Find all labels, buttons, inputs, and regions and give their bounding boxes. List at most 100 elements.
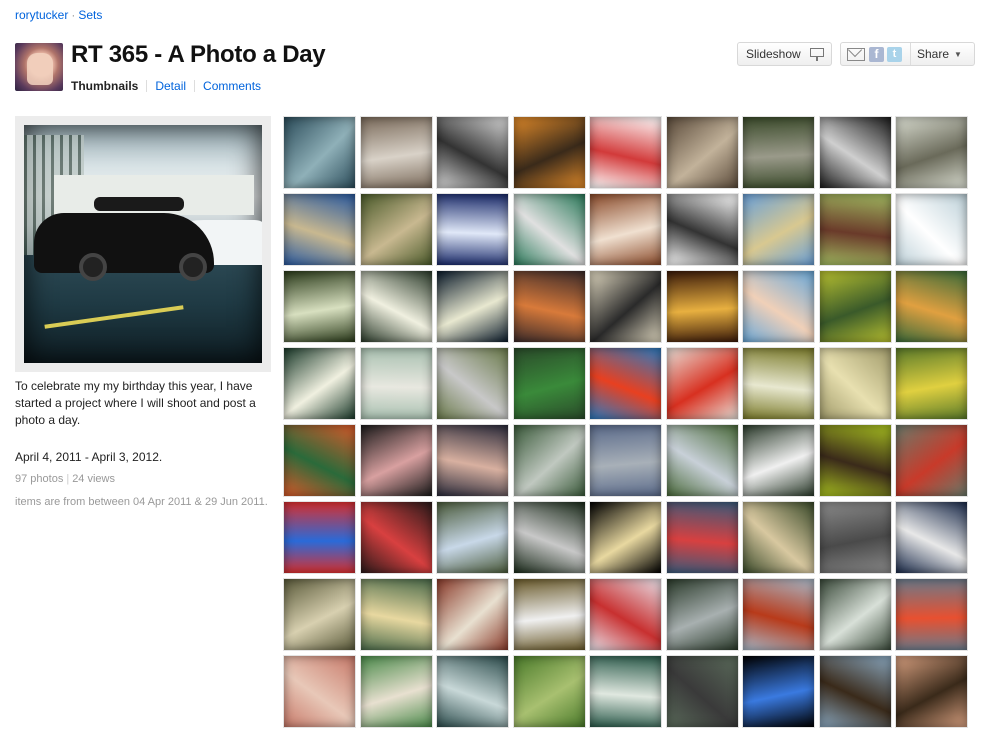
photo-thumbnail[interactable] xyxy=(513,193,586,266)
share-toolbar: f t Share ▼ xyxy=(840,42,975,66)
photo-thumbnail[interactable] xyxy=(819,270,892,343)
photo-thumbnail[interactable] xyxy=(283,424,356,497)
photo-thumbnail[interactable] xyxy=(513,655,586,728)
twitter-icon[interactable]: t xyxy=(887,46,902,62)
photo-thumbnail[interactable] xyxy=(283,655,356,728)
share-button[interactable]: Share xyxy=(917,47,949,61)
photo-thumbnail[interactable] xyxy=(513,116,586,189)
photo-thumbnail[interactable] xyxy=(360,116,433,189)
breadcrumb: rorytucker · Sets xyxy=(15,8,102,22)
photo-thumbnail[interactable] xyxy=(589,347,662,420)
photo-thumbnail[interactable] xyxy=(742,424,815,497)
photo-thumbnail[interactable] xyxy=(666,193,739,266)
photo-thumbnail[interactable] xyxy=(513,347,586,420)
breadcrumb-separator: · xyxy=(71,8,76,22)
photo-thumbnail[interactable] xyxy=(436,578,509,651)
photo-thumbnail[interactable] xyxy=(360,270,433,343)
photo-thumbnail[interactable] xyxy=(589,193,662,266)
photo-thumbnail[interactable] xyxy=(283,116,356,189)
photo-thumbnail[interactable] xyxy=(819,655,892,728)
tab-detail[interactable]: Detail xyxy=(155,79,186,93)
photo-thumbnail[interactable] xyxy=(895,501,968,574)
photo-thumbnail[interactable] xyxy=(283,193,356,266)
slideshow-label: Slideshow xyxy=(746,47,801,61)
avatar[interactable] xyxy=(15,43,63,91)
photo-thumbnail[interactable] xyxy=(436,655,509,728)
photo-thumbnail[interactable] xyxy=(895,655,968,728)
photo-thumbnail[interactable] xyxy=(360,501,433,574)
photo-thumbnail[interactable] xyxy=(360,424,433,497)
photo-thumbnail[interactable] xyxy=(742,270,815,343)
photo-thumbnail[interactable] xyxy=(666,655,739,728)
photo-thumbnail[interactable] xyxy=(742,347,815,420)
set-view-tabs: Thumbnails Detail Comments xyxy=(71,79,261,93)
photo-thumbnail[interactable] xyxy=(742,193,815,266)
photo-thumbnail[interactable] xyxy=(666,424,739,497)
tab-divider xyxy=(194,80,196,92)
set-primary-photo[interactable] xyxy=(15,116,271,372)
set-description: To celebrate my my birthday this year, I… xyxy=(15,379,256,427)
photo-thumbnail[interactable] xyxy=(283,501,356,574)
photo-thumbnail[interactable] xyxy=(436,116,509,189)
photo-thumbnail[interactable] xyxy=(360,578,433,651)
breadcrumb-sets-link[interactable]: Sets xyxy=(78,8,102,22)
photo-thumbnail[interactable] xyxy=(819,501,892,574)
facebook-icon[interactable]: f xyxy=(869,46,884,62)
photo-thumbnail[interactable] xyxy=(895,193,968,266)
page-title: RT 365 - A Photo a Day xyxy=(71,41,326,68)
tab-divider xyxy=(146,80,148,92)
photo-thumbnail[interactable] xyxy=(666,116,739,189)
email-icon[interactable] xyxy=(847,47,865,61)
photo-thumbnail[interactable] xyxy=(513,501,586,574)
photo-thumbnail[interactable] xyxy=(742,116,815,189)
photo-thumbnail[interactable] xyxy=(360,193,433,266)
share-divider xyxy=(910,43,911,65)
photo-thumbnail[interactable] xyxy=(589,424,662,497)
photo-thumbnail[interactable] xyxy=(895,424,968,497)
photo-thumbnail[interactable] xyxy=(819,578,892,651)
photo-thumbnail[interactable] xyxy=(283,347,356,420)
photo-thumbnail[interactable] xyxy=(589,578,662,651)
photo-thumbnail[interactable] xyxy=(283,578,356,651)
photo-thumbnail[interactable] xyxy=(819,424,892,497)
photo-thumbnail[interactable] xyxy=(436,270,509,343)
photo-thumbnail[interactable] xyxy=(895,116,968,189)
photo-thumbnail[interactable] xyxy=(589,116,662,189)
photo-thumbnail[interactable] xyxy=(436,501,509,574)
photo-thumbnail[interactable] xyxy=(360,655,433,728)
photo-thumbnail[interactable] xyxy=(666,347,739,420)
photo-thumbnail[interactable] xyxy=(513,424,586,497)
photo-thumbnail[interactable] xyxy=(819,116,892,189)
photo-thumbnail[interactable] xyxy=(436,424,509,497)
photo-thumbnail[interactable] xyxy=(742,501,815,574)
slideshow-button[interactable]: Slideshow xyxy=(737,42,832,66)
photo-thumbnail[interactable] xyxy=(589,655,662,728)
photo-thumbnail[interactable] xyxy=(742,655,815,728)
photo-thumbnail[interactable] xyxy=(819,193,892,266)
photo-thumbnail[interactable] xyxy=(513,578,586,651)
photo-thumbnail[interactable] xyxy=(436,347,509,420)
primary-photo-image[interactable] xyxy=(24,125,262,363)
photo-thumbnail[interactable] xyxy=(895,347,968,420)
photo-thumbnail[interactable] xyxy=(819,347,892,420)
photo-thumbnail[interactable] xyxy=(666,501,739,574)
date-range-note: items are from between 04 Apr 2011 & 29 … xyxy=(15,496,268,508)
view-count: 24 views xyxy=(72,473,115,485)
photo-thumbnail[interactable] xyxy=(895,270,968,343)
chevron-down-icon[interactable]: ▼ xyxy=(954,50,962,59)
photo-thumbnail[interactable] xyxy=(513,270,586,343)
tab-comments[interactable]: Comments xyxy=(203,79,261,93)
photo-thumbnail[interactable] xyxy=(589,501,662,574)
photo-thumbnail[interactable] xyxy=(742,578,815,651)
photo-thumbnail[interactable] xyxy=(283,270,356,343)
tab-thumbnails: Thumbnails xyxy=(71,79,139,93)
photo-thumbnail[interactable] xyxy=(895,578,968,651)
photo-thumbnail[interactable] xyxy=(436,193,509,266)
photo-thumbnail[interactable] xyxy=(589,270,662,343)
photo-count: 97 photos xyxy=(15,473,64,485)
photo-thumbnail[interactable] xyxy=(666,270,739,343)
photo-thumbnail[interactable] xyxy=(666,578,739,651)
set-dates: April 4, 2011 - April 3, 2012. xyxy=(15,450,163,464)
breadcrumb-user-link[interactable]: rorytucker xyxy=(15,8,68,22)
photo-thumbnail[interactable] xyxy=(360,347,433,420)
